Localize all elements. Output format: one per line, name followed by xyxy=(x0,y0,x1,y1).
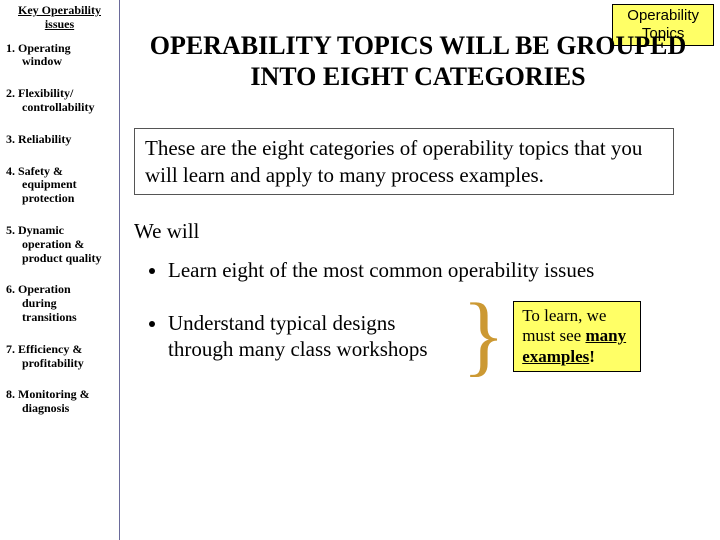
sidebar-item-2: 2. Flexibility/ controllability xyxy=(6,87,113,115)
sidebar: Key Operability issues 1. Operating wind… xyxy=(0,0,120,540)
sidebar-item-1: 1. Operating window xyxy=(6,42,113,70)
main-area: OPERABILITY TOPICS WILL BE GROUPED INTO … xyxy=(120,0,720,540)
num: 3. xyxy=(6,132,15,146)
sidebar-item-8: 8. Monitoring & diagnosis xyxy=(6,388,113,416)
num: 7. xyxy=(6,342,15,356)
intro-box: These are the eight categories of operab… xyxy=(134,128,674,195)
cont: operation & product quality xyxy=(22,238,113,266)
cont: equipment protection xyxy=(22,178,113,206)
bullet-2-text: Understand typical designs through many … xyxy=(168,310,448,363)
sidebar-item-6: 6. Operation during transitions xyxy=(6,283,113,324)
sidebar-item-4: 4. Safety & equipment protection xyxy=(6,165,113,206)
sidebar-item-5: 5. Dynamic operation & product quality xyxy=(6,224,113,265)
cont: diagnosis xyxy=(22,402,113,416)
first: Reliability xyxy=(18,132,71,146)
num: 4. xyxy=(6,164,15,178)
first: Monitoring & xyxy=(18,387,90,401)
first: Flexibility/ xyxy=(18,86,73,100)
cont: window xyxy=(22,55,113,69)
bullet-1: Learn eight of the most common operabili… xyxy=(168,258,702,283)
sidebar-title: Key Operability issues xyxy=(6,4,113,32)
callout-post: ! xyxy=(589,347,595,366)
sidebar-item-7: 7. Efficiency & profitability xyxy=(6,343,113,371)
brace-icon: } xyxy=(462,306,505,366)
cont: profitability xyxy=(22,357,113,371)
bullet-list: Learn eight of the most common operabili… xyxy=(134,258,702,372)
num: 2. xyxy=(6,86,15,100)
num: 8. xyxy=(6,387,15,401)
num: 1. xyxy=(6,41,15,55)
num: 6. xyxy=(6,282,15,296)
first: Safety & xyxy=(18,164,63,178)
lead-text: We will xyxy=(134,219,702,244)
cont: during transitions xyxy=(22,297,113,325)
first: Dynamic xyxy=(18,223,64,237)
cont: controllability xyxy=(22,101,113,115)
sidebar-item-3: 3. Reliability xyxy=(6,133,113,147)
first: Operation xyxy=(18,282,71,296)
slide-title: OPERABILITY TOPICS WILL BE GROUPED INTO … xyxy=(134,30,702,92)
sidebar-title-l2: issues xyxy=(45,17,74,31)
bullet-2: Understand typical designs through many … xyxy=(168,301,702,372)
first: Efficiency & xyxy=(18,342,82,356)
first: Operating xyxy=(18,41,71,55)
callout-box: To learn, we must see many examples! xyxy=(513,301,641,372)
num: 5. xyxy=(6,223,15,237)
sidebar-title-l1: Key Operability xyxy=(18,3,101,17)
